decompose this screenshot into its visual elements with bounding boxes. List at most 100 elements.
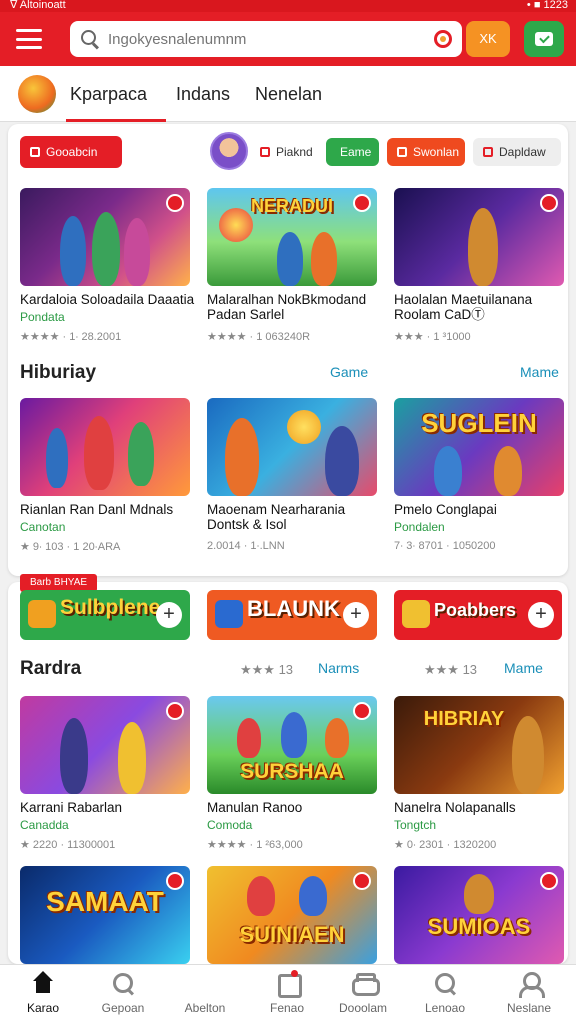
promo-icon [28, 600, 56, 628]
tab-kparpaca[interactable]: Kparpaca [70, 84, 147, 105]
filter-chip-primary[interactable]: Gooabcin [20, 136, 122, 168]
nav-label: Abelton [184, 1001, 226, 1015]
character-figure [494, 446, 522, 496]
brand-logo[interactable] [18, 75, 56, 113]
game-thumbnail[interactable]: SURSHAA [207, 696, 377, 794]
favorite-badge-icon[interactable] [540, 872, 558, 890]
filter-chip-text[interactable]: Piaknd [250, 138, 323, 166]
tab-bar: Kparpaca Indans Nenelan [0, 66, 576, 122]
nav-item-dooolam[interactable]: Dooolam [322, 971, 404, 1015]
game-thumbnail[interactable]: SUGLEIN [394, 398, 564, 496]
favorite-badge-icon[interactable] [166, 702, 184, 720]
character-figure [247, 876, 275, 916]
section-link-mame[interactable]: Mame [520, 364, 559, 380]
game-meta: 2.0014 · 1∙.LNN [207, 540, 285, 552]
nav-label: Lenoao [424, 1001, 466, 1015]
nav-item-gepoan[interactable]: Gepoan [82, 971, 164, 1015]
character-figure [118, 722, 146, 794]
game-title[interactable]: Maoenam Nearharania Dontsk & Isol [207, 502, 383, 532]
game-thumbnail[interactable] [207, 398, 377, 496]
search-input[interactable] [108, 30, 434, 48]
menu-button[interactable] [14, 26, 44, 52]
game-thumbnail[interactable]: SUMIOAS [394, 866, 564, 964]
game-meta: ★★★★ · 1 063240R [207, 331, 311, 343]
game-subtitle: Canotan [20, 520, 66, 534]
filter-chip-display[interactable]: Dapldaw [473, 138, 561, 166]
favorite-badge-icon[interactable] [353, 872, 371, 890]
game-tile-logo: SUGLEIN [421, 408, 537, 438]
game-title[interactable]: Karrani Rabarlan [20, 800, 196, 815]
nav-item-fenao[interactable]: Fenao [246, 970, 328, 1015]
promo-icon [215, 600, 243, 628]
status-bar: ∇ Altoinoatt • ■ 1223 [0, 0, 576, 12]
nav-item-karao[interactable]: Karao [2, 971, 84, 1015]
game-thumbnail[interactable]: NERADUI [207, 188, 377, 286]
promo-banner[interactable]: BLAUNK + [207, 590, 377, 640]
game-meta: 7∙ 3∙ 8701 · 1050200 [394, 540, 496, 552]
favorite-badge-icon[interactable] [166, 194, 184, 212]
game-title[interactable]: Malaralhan NokBkmodand Padan Sarlel [207, 292, 383, 322]
section-title-hiburiay: Hiburiay [20, 362, 97, 383]
promo-icon [402, 600, 430, 628]
section-rating: ★★★ 13 [424, 662, 478, 677]
game-title[interactable]: Kardaloia Soloadaila Daaatia [20, 292, 196, 307]
character-figure [128, 422, 154, 486]
section-link-game[interactable]: Game [330, 364, 368, 380]
nav-item-neslane[interactable]: Neslane [488, 971, 570, 1015]
menu-icon-line [16, 46, 42, 49]
section-link-mame[interactable]: Mame [504, 660, 543, 676]
nav-label: Gepoan [101, 1001, 145, 1015]
menu-icon-line [16, 37, 42, 41]
promo-banner[interactable]: Sulbplene + [20, 590, 190, 640]
game-subtitle: Pondalen [394, 520, 445, 534]
mic-icon[interactable] [434, 30, 452, 48]
game-thumbnail[interactable] [20, 398, 190, 496]
game-thumbnail[interactable] [394, 188, 564, 286]
character-figure [464, 874, 494, 914]
section-rating: ★★★ 13 [240, 662, 294, 677]
search-box[interactable] [70, 21, 462, 57]
game-tile-logo: SUINIAEN [239, 922, 345, 947]
favorite-badge-icon[interactable] [166, 872, 184, 890]
favorite-badge-icon[interactable] [353, 194, 371, 212]
game-subtitle: Comoda [207, 818, 253, 832]
character-figure [225, 418, 259, 496]
game-thumbnail[interactable]: SAMAAT [20, 866, 190, 964]
promo-section: Barb BHYAE Sulbplene + BLAUNK + Poabbers… [8, 574, 570, 964]
add-icon[interactable]: + [156, 602, 182, 628]
section-title-rardra: Rardra [20, 658, 82, 679]
tab-nenelan[interactable]: Nenelan [255, 84, 322, 105]
nav-item-abelton[interactable]: Abelton [164, 971, 246, 1015]
game-meta: ★ 2220 · 11300001 [20, 839, 116, 851]
nav-item-lenoao[interactable]: Lenoao [404, 971, 486, 1015]
section-link-narms[interactable]: Narms [318, 660, 359, 676]
favorite-badge-icon[interactable] [353, 702, 371, 720]
game-title[interactable]: Pmelo Conglapai [394, 502, 570, 517]
game-meta: ★ 0∙ 2301 · 1320200 [394, 839, 497, 851]
filter-chip-stream[interactable]: Swonlan [387, 138, 465, 166]
character-figure [46, 428, 68, 488]
filter-chip-game[interactable]: Eame [326, 138, 379, 166]
game-tile-logo: SURSHAA [240, 760, 344, 783]
avatar[interactable] [210, 132, 248, 170]
search-icon [111, 971, 135, 995]
game-title[interactable]: Haolalan Maetuilanana Roolam CaDⓉ [394, 292, 570, 322]
calendar-icon [275, 970, 302, 998]
add-icon[interactable]: + [528, 602, 554, 628]
xk-button[interactable]: XK [466, 21, 510, 57]
game-thumbnail[interactable]: HIBRIAY [394, 696, 564, 794]
game-title[interactable]: Rianlan Ran Danl Mdnals [20, 502, 196, 517]
game-meta: ★ 9∙ 103 · 1 20∙ARA [20, 541, 121, 553]
add-icon[interactable]: + [343, 602, 369, 628]
game-thumbnail[interactable] [20, 188, 190, 286]
character-figure [60, 216, 86, 286]
favorite-badge-icon[interactable] [540, 194, 558, 212]
game-thumbnail[interactable] [20, 696, 190, 794]
promo-banner[interactable]: Poabbers + [394, 590, 562, 640]
filter-chip-label: Dapldaw [499, 145, 546, 159]
chat-button[interactable] [524, 21, 564, 57]
game-thumbnail[interactable]: SUINIAEN [207, 866, 377, 964]
game-title[interactable]: Nanelra Nolapanalls [394, 800, 570, 815]
tab-indans[interactable]: Indans [176, 84, 230, 105]
game-title[interactable]: Manulan Ranoo [207, 800, 383, 815]
